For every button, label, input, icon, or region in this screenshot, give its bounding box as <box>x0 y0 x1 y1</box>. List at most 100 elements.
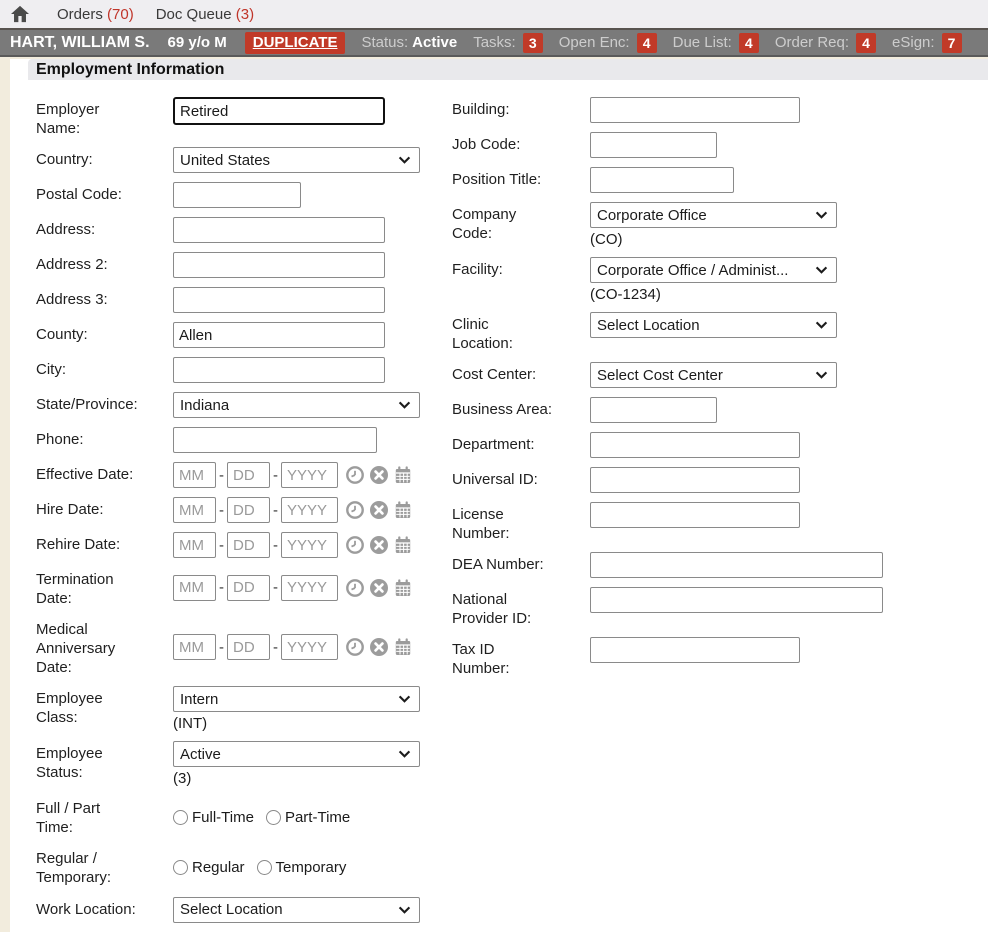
employee-status-code: (3) <box>173 770 420 787</box>
field-row-address2: Address 2: <box>36 252 452 278</box>
clear-icon[interactable] <box>369 500 389 520</box>
radio-option-full-time[interactable]: Full-Time <box>173 809 254 826</box>
open-enc-counter: Open Enc:4 <box>559 33 657 53</box>
county-input[interactable] <box>173 322 385 348</box>
country-label: Country: <box>36 147 173 173</box>
rehire-date-year-input[interactable] <box>281 532 338 558</box>
work-location-select[interactable]: Select Location <box>173 897 420 923</box>
order-req-count-badge[interactable]: 4 <box>856 33 876 53</box>
full-part-time-label: Full / Part Time: <box>36 796 173 837</box>
city-input[interactable] <box>173 357 385 383</box>
clear-icon[interactable] <box>369 637 389 657</box>
open-enc-count-badge[interactable]: 4 <box>637 33 657 53</box>
facility-select[interactable]: Corporate Office / Administ... <box>590 257 837 283</box>
field-row-hire-date: Hire Date: - - <box>36 497 452 523</box>
home-icon[interactable] <box>10 5 30 23</box>
clock-icon[interactable] <box>345 500 365 520</box>
regular-radio-button[interactable] <box>173 860 188 875</box>
termination-date-month-input[interactable] <box>173 575 216 601</box>
clinic-location-select[interactable]: Select Location <box>590 312 837 338</box>
effective-date-month-input[interactable] <box>173 462 216 488</box>
employee-class-select[interactable]: Intern <box>173 686 420 712</box>
field-row-regular-temporary: Regular / Temporary: Regular Temporary <box>36 846 452 887</box>
clear-icon[interactable] <box>369 578 389 598</box>
building-input[interactable] <box>590 97 800 123</box>
clock-icon[interactable] <box>345 637 365 657</box>
company-code-select[interactable]: Corporate Office <box>590 202 837 228</box>
full-time-radio-button[interactable] <box>173 810 188 825</box>
country-select[interactable]: United States <box>173 147 420 173</box>
employee-status-select[interactable]: Active <box>173 741 420 767</box>
clock-icon[interactable] <box>345 465 365 485</box>
radio-option-part-time[interactable]: Part-Time <box>266 809 350 826</box>
esign-count-badge[interactable]: 7 <box>942 33 962 53</box>
postal-code-label: Postal Code: <box>36 182 173 208</box>
medical-anniversary-date-day-input[interactable] <box>227 634 270 660</box>
field-row-job-code: Job Code: <box>452 132 988 158</box>
cost-center-select[interactable]: Select Cost Center <box>590 362 837 388</box>
national-provider-id-input[interactable] <box>590 587 883 613</box>
department-input[interactable] <box>590 432 800 458</box>
hire-date-month-input[interactable] <box>173 497 216 523</box>
address3-input[interactable] <box>173 287 385 313</box>
field-row-full-part-time: Full / Part Time: Full-Time Part-Time <box>36 796 452 837</box>
employer-name-input[interactable] <box>173 97 385 125</box>
form-column-right: Building: Job Code: Position Title: Comp… <box>452 97 988 687</box>
postal-code-input[interactable] <box>173 182 301 208</box>
due-list-count-badge[interactable]: 4 <box>739 33 759 53</box>
medical-anniversary-date-month-input[interactable] <box>173 634 216 660</box>
tax-id-number-input[interactable] <box>590 637 800 663</box>
facility-code: (CO-1234) <box>590 286 837 303</box>
field-row-national-provider-id: National Provider ID: <box>452 587 988 628</box>
effective-date-day-input[interactable] <box>227 462 270 488</box>
calendar-icon[interactable] <box>393 535 413 555</box>
license-number-label: License Number: <box>452 502 590 543</box>
chevron-down-icon <box>398 906 411 914</box>
field-row-position-title: Position Title: <box>452 167 988 193</box>
date-separator: - <box>219 467 224 484</box>
calendar-icon[interactable] <box>393 465 413 485</box>
date-separator: - <box>219 537 224 554</box>
duplicate-badge[interactable]: DUPLICATE <box>245 32 346 54</box>
clock-icon[interactable] <box>345 578 365 598</box>
esign-label: eSign: <box>892 34 935 51</box>
phone-input[interactable] <box>173 427 377 453</box>
universal-id-input[interactable] <box>590 467 800 493</box>
nav-orders-link[interactable]: Orders (70) <box>57 6 134 23</box>
hire-date-year-input[interactable] <box>281 497 338 523</box>
address2-input[interactable] <box>173 252 385 278</box>
clear-icon[interactable] <box>369 465 389 485</box>
date-separator: - <box>273 502 278 519</box>
due-list-counter: Due List:4 <box>673 33 759 53</box>
clear-icon[interactable] <box>369 535 389 555</box>
tasks-count-badge[interactable]: 3 <box>523 33 543 53</box>
field-row-work-location: Work Location: Select Location <box>36 897 452 923</box>
part-time-radio-button[interactable] <box>266 810 281 825</box>
clock-icon[interactable] <box>345 535 365 555</box>
state-select[interactable]: Indiana <box>173 392 420 418</box>
termination-date-day-input[interactable] <box>227 575 270 601</box>
rehire-date-month-input[interactable] <box>173 532 216 558</box>
nav-doc-queue-link[interactable]: Doc Queue (3) <box>156 6 254 23</box>
calendar-icon[interactable] <box>393 500 413 520</box>
business-area-input[interactable] <box>590 397 717 423</box>
effective-date-year-input[interactable] <box>281 462 338 488</box>
dea-number-input[interactable] <box>590 552 883 578</box>
date-separator: - <box>219 639 224 656</box>
temporary-radio-button[interactable] <box>257 860 272 875</box>
license-number-input[interactable] <box>590 502 800 528</box>
rehire-date-day-input[interactable] <box>227 532 270 558</box>
calendar-icon[interactable] <box>393 637 413 657</box>
calendar-icon[interactable] <box>393 578 413 598</box>
hire-date-day-input[interactable] <box>227 497 270 523</box>
medical-anniversary-date-label: Medical Anniversary Date: <box>36 617 173 677</box>
medical-anniversary-date-year-input[interactable] <box>281 634 338 660</box>
termination-date-year-input[interactable] <box>281 575 338 601</box>
chevron-down-icon <box>815 371 828 379</box>
patient-header-bar: HART, WILLIAM S. 69 y/o M DUPLICATE Stat… <box>0 28 988 57</box>
address-input[interactable] <box>173 217 385 243</box>
employee-status-select-value: Active <box>180 746 221 763</box>
position-title-input[interactable] <box>590 167 734 193</box>
job-code-input[interactable] <box>590 132 717 158</box>
cost-center-select-value: Select Cost Center <box>597 367 723 384</box>
